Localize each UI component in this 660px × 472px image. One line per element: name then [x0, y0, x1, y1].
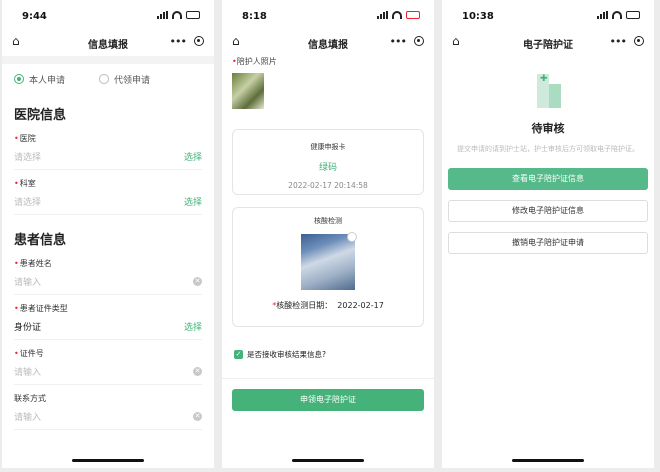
status-title: 待审核	[531, 122, 565, 135]
patient-name-field: •患者姓名 请输入 ✕	[2, 254, 214, 295]
clear-icon[interactable]: ✕	[193, 412, 202, 421]
nav-bar: ⌂ 信息填报 •••	[222, 32, 434, 56]
companion-photo-thumbnail[interactable]	[232, 73, 264, 109]
patient-name-label: 患者姓名	[19, 259, 52, 268]
wifi-icon	[392, 11, 402, 19]
status-description: 提交申请的请到护士站，护士审核后方可领取电子陪护证。	[457, 145, 639, 153]
clear-icon[interactable]: ✕	[193, 277, 202, 286]
cancel-pass-button[interactable]: 撤销电子陪护证申请	[448, 232, 648, 254]
status-indicators	[597, 11, 640, 19]
id-type-field: •患者证件类型 身份证 选择	[2, 295, 214, 340]
home-indicator	[72, 459, 144, 462]
nucleic-photo[interactable]	[301, 232, 357, 290]
target-icon[interactable]	[414, 36, 424, 46]
more-icon[interactable]: •••	[170, 35, 187, 48]
nucleic-date-value: 2022-02-17	[337, 301, 384, 310]
id-type-pick-button[interactable]: 选择	[184, 320, 202, 333]
health-card: 健康申报卡 绿码 2022-02-17 20:14:58	[232, 129, 424, 195]
status-indicators	[157, 11, 200, 19]
signal-icon	[157, 11, 168, 19]
status-time: 9:44	[22, 11, 47, 22]
radio-proxy-label: 代领申请	[114, 75, 151, 86]
id-number-label: 证件号	[19, 349, 44, 358]
dept-pick-button[interactable]: 选择	[184, 195, 202, 208]
status-bar: 8:18	[222, 0, 434, 32]
divider	[2, 56, 214, 64]
radio-self-label: 本人申请	[29, 75, 66, 86]
home-indicator	[512, 459, 584, 462]
status-indicators	[377, 11, 420, 19]
nucleic-date-label: 核酸检测日期：	[276, 301, 333, 310]
nucleic-title: 核酸检测	[314, 217, 342, 225]
divider	[222, 378, 434, 379]
phone-screen-health: 8:18 ⌂ 信息填报 ••• •陪护人照片 健康申报卡 绿码 2022-02-…	[222, 0, 434, 468]
id-type-value: 身份证	[14, 323, 42, 333]
contact-field: 联系方式 请输入 ✕	[2, 385, 214, 430]
battery-icon	[406, 11, 420, 19]
wifi-icon	[172, 11, 182, 19]
status-bar: 9:44	[2, 0, 214, 32]
dept-select[interactable]: 请选择 选择	[14, 189, 202, 215]
dept-placeholder: 请选择	[14, 198, 42, 208]
photo-label-text: 陪护人照片	[236, 57, 277, 66]
consent-label: 是否接收审核结果信息?	[247, 350, 326, 359]
status-time: 10:38	[462, 11, 494, 22]
contact-placeholder: 请输入	[14, 413, 42, 423]
photo-label: •陪护人照片	[232, 57, 277, 66]
more-icon[interactable]: •••	[610, 35, 627, 48]
nucleic-date-row: *核酸检测日期： 2022-02-17	[272, 301, 384, 310]
patient-name-input[interactable]: 请输入 ✕	[14, 269, 202, 295]
status-bar: 10:38	[442, 0, 654, 32]
nucleic-test-card: 核酸检测 *核酸检测日期： 2022-02-17	[232, 207, 424, 327]
signal-icon	[597, 11, 608, 19]
phone-screen-pass: 10:38 ⌂ 电子陪护证 ••• ✚ 待审核 提交申请的请到护士站，护士审核后…	[442, 0, 654, 468]
clear-icon[interactable]: ✕	[193, 367, 202, 376]
contact-input[interactable]: 请输入 ✕	[14, 404, 202, 430]
signal-icon	[377, 11, 388, 19]
home-indicator	[292, 459, 364, 462]
health-code: 绿码	[318, 163, 337, 173]
id-number-placeholder: 请输入	[14, 368, 42, 378]
check-icon[interactable]: ✓	[234, 350, 243, 359]
hospital-field: •医院 请选择 选择	[2, 129, 214, 170]
hospital-placeholder: 请选择	[14, 153, 42, 163]
health-datetime: 2022-02-17 20:14:58	[288, 181, 368, 190]
edit-pass-button[interactable]: 修改电子陪护证信息	[448, 200, 648, 222]
battery-icon	[186, 11, 200, 19]
battery-icon	[626, 11, 640, 19]
contact-label: 联系方式	[14, 394, 46, 403]
section-title-hospital: 医院信息	[14, 108, 67, 123]
hospital-label: 医院	[19, 134, 36, 143]
id-type-select[interactable]: 身份证 选择	[14, 314, 202, 340]
remove-photo-icon[interactable]	[347, 232, 357, 242]
id-type-label: 患者证件类型	[19, 304, 68, 313]
more-icon[interactable]: •••	[390, 35, 407, 48]
section-title-patient: 患者信息	[14, 233, 67, 248]
hospital-pick-button[interactable]: 选择	[184, 150, 202, 163]
radio-self[interactable]: 本人申请	[14, 73, 65, 86]
consent-row[interactable]: ✓ 是否接收审核结果信息?	[222, 327, 434, 360]
dept-field: •科室 请选择 选择	[2, 170, 214, 215]
target-icon[interactable]	[634, 36, 644, 46]
applicant-type-group: 本人申请 代领申请	[2, 64, 214, 94]
nav-bar: ⌂ 电子陪护证 •••	[442, 32, 654, 56]
hospital-illustration-icon: ✚	[533, 70, 563, 108]
view-pass-button[interactable]: 查看电子陪护证信息	[448, 168, 648, 190]
radio-dot	[99, 74, 110, 84]
health-card-title: 健康申报卡	[310, 143, 346, 151]
radio-dot	[14, 74, 24, 84]
hospital-select[interactable]: 请选择 选择	[14, 144, 202, 170]
dept-label: 科室	[19, 179, 36, 188]
submit-button[interactable]: 申领电子陪护证	[232, 389, 424, 411]
id-number-input[interactable]: 请输入 ✕	[14, 359, 202, 385]
status-time: 8:18	[242, 11, 267, 22]
id-number-field: •证件号 请输入 ✕	[2, 340, 214, 385]
patient-name-placeholder: 请输入	[14, 278, 42, 288]
wifi-icon	[612, 11, 622, 19]
radio-proxy[interactable]: 代领申请	[99, 73, 150, 86]
nav-bar: ⌂ 信息填报 •••	[2, 32, 214, 56]
target-icon[interactable]	[194, 36, 204, 46]
phone-screen-form: 9:44 ⌂ 信息填报 ••• 本人申请 代领申请 医院信息 •医院 请选择 选择…	[2, 0, 214, 468]
